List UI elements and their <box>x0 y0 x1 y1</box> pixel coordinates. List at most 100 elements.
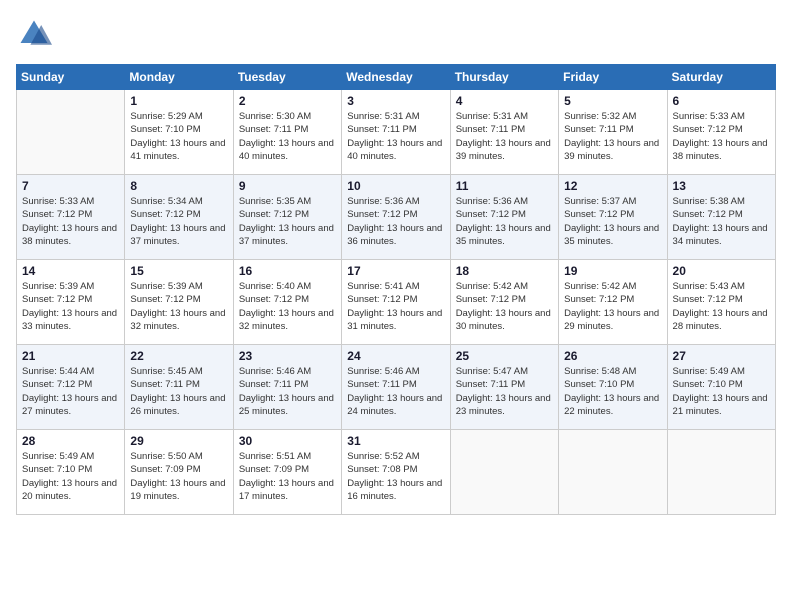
day-number: 21 <box>22 349 119 363</box>
day-number: 26 <box>564 349 661 363</box>
day-info: Sunrise: 5:47 AMSunset: 7:11 PMDaylight:… <box>456 365 553 418</box>
day-info: Sunrise: 5:46 AMSunset: 7:11 PMDaylight:… <box>347 365 444 418</box>
day-number: 30 <box>239 434 336 448</box>
calendar-cell: 21 Sunrise: 5:44 AMSunset: 7:12 PMDayligh… <box>17 345 125 430</box>
day-info: Sunrise: 5:40 AMSunset: 7:12 PMDaylight:… <box>239 280 336 333</box>
calendar-cell: 26 Sunrise: 5:48 AMSunset: 7:10 PMDayligh… <box>559 345 667 430</box>
calendar-cell: 23 Sunrise: 5:46 AMSunset: 7:11 PMDayligh… <box>233 345 341 430</box>
day-info: Sunrise: 5:49 AMSunset: 7:10 PMDaylight:… <box>673 365 770 418</box>
calendar-cell: 3 Sunrise: 5:31 AMSunset: 7:11 PMDaylight… <box>342 90 450 175</box>
calendar-cell: 6 Sunrise: 5:33 AMSunset: 7:12 PMDaylight… <box>667 90 775 175</box>
day-number: 15 <box>130 264 227 278</box>
day-number: 20 <box>673 264 770 278</box>
day-number: 24 <box>347 349 444 363</box>
day-info: Sunrise: 5:34 AMSunset: 7:12 PMDaylight:… <box>130 195 227 248</box>
calendar-cell: 13 Sunrise: 5:38 AMSunset: 7:12 PMDayligh… <box>667 175 775 260</box>
day-info: Sunrise: 5:30 AMSunset: 7:11 PMDaylight:… <box>239 110 336 163</box>
day-number: 7 <box>22 179 119 193</box>
day-info: Sunrise: 5:51 AMSunset: 7:09 PMDaylight:… <box>239 450 336 503</box>
header-sunday: Sunday <box>17 65 125 90</box>
calendar-cell: 16 Sunrise: 5:40 AMSunset: 7:12 PMDayligh… <box>233 260 341 345</box>
day-info: Sunrise: 5:39 AMSunset: 7:12 PMDaylight:… <box>22 280 119 333</box>
header-friday: Friday <box>559 65 667 90</box>
day-info: Sunrise: 5:31 AMSunset: 7:11 PMDaylight:… <box>456 110 553 163</box>
day-info: Sunrise: 5:33 AMSunset: 7:12 PMDaylight:… <box>673 110 770 163</box>
calendar-week-5: 28 Sunrise: 5:49 AMSunset: 7:10 PMDayligh… <box>17 430 776 515</box>
day-number: 5 <box>564 94 661 108</box>
day-number: 23 <box>239 349 336 363</box>
day-number: 8 <box>130 179 227 193</box>
calendar-week-2: 7 Sunrise: 5:33 AMSunset: 7:12 PMDaylight… <box>17 175 776 260</box>
day-info: Sunrise: 5:52 AMSunset: 7:08 PMDaylight:… <box>347 450 444 503</box>
calendar-table: SundayMondayTuesdayWednesdayThursdayFrid… <box>16 64 776 515</box>
calendar-cell: 20 Sunrise: 5:43 AMSunset: 7:12 PMDayligh… <box>667 260 775 345</box>
day-number: 17 <box>347 264 444 278</box>
day-number: 31 <box>347 434 444 448</box>
day-number: 25 <box>456 349 553 363</box>
calendar-cell: 31 Sunrise: 5:52 AMSunset: 7:08 PMDayligh… <box>342 430 450 515</box>
calendar-cell: 12Sunrise: 5:37 AMSunset: 7:12 PMDayligh… <box>559 175 667 260</box>
calendar-cell: 10Sunrise: 5:36 AMSunset: 7:12 PMDayligh… <box>342 175 450 260</box>
day-number: 6 <box>673 94 770 108</box>
header-saturday: Saturday <box>667 65 775 90</box>
day-number: 14 <box>22 264 119 278</box>
calendar-cell: 29 Sunrise: 5:50 AMSunset: 7:09 PMDayligh… <box>125 430 233 515</box>
day-number: 13 <box>673 179 770 193</box>
calendar-header-row: SundayMondayTuesdayWednesdayThursdayFrid… <box>17 65 776 90</box>
header-wednesday: Wednesday <box>342 65 450 90</box>
day-number: 22 <box>130 349 227 363</box>
calendar-cell: 9Sunrise: 5:35 AMSunset: 7:12 PMDaylight… <box>233 175 341 260</box>
calendar-cell: 18 Sunrise: 5:42 AMSunset: 7:12 PMDayligh… <box>450 260 558 345</box>
day-number: 29 <box>130 434 227 448</box>
day-number: 16 <box>239 264 336 278</box>
day-info: Sunrise: 5:33 AMSunset: 7:12 PMDaylight:… <box>22 195 119 248</box>
calendar-cell: 11 Sunrise: 5:36 AMSunset: 7:12 PMDayligh… <box>450 175 558 260</box>
header-thursday: Thursday <box>450 65 558 90</box>
header-monday: Monday <box>125 65 233 90</box>
day-info: Sunrise: 5:35 AMSunset: 7:12 PMDaylight:… <box>239 195 336 248</box>
calendar-cell: 25 Sunrise: 5:47 AMSunset: 7:11 PMDayligh… <box>450 345 558 430</box>
day-info: Sunrise: 5:41 AMSunset: 7:12 PMDaylight:… <box>347 280 444 333</box>
day-number: 1 <box>130 94 227 108</box>
calendar-cell: 27Sunrise: 5:49 AMSunset: 7:10 PMDayligh… <box>667 345 775 430</box>
day-info: Sunrise: 5:38 AMSunset: 7:12 PMDaylight:… <box>673 195 770 248</box>
calendar-cell <box>17 90 125 175</box>
day-info: Sunrise: 5:37 AMSunset: 7:12 PMDaylight:… <box>564 195 661 248</box>
calendar-cell: 14 Sunrise: 5:39 AMSunset: 7:12 PMDayligh… <box>17 260 125 345</box>
calendar-cell: 17 Sunrise: 5:41 AMSunset: 7:12 PMDayligh… <box>342 260 450 345</box>
calendar-cell: 24 Sunrise: 5:46 AMSunset: 7:11 PMDayligh… <box>342 345 450 430</box>
day-info: Sunrise: 5:36 AMSunset: 7:12 PMDaylight:… <box>456 195 553 248</box>
calendar-cell: 4Sunrise: 5:31 AMSunset: 7:11 PMDaylight… <box>450 90 558 175</box>
day-info: Sunrise: 5:39 AMSunset: 7:12 PMDaylight:… <box>130 280 227 333</box>
day-info: Sunrise: 5:46 AMSunset: 7:11 PMDaylight:… <box>239 365 336 418</box>
day-info: Sunrise: 5:31 AMSunset: 7:11 PMDaylight:… <box>347 110 444 163</box>
calendar-cell: 7 Sunrise: 5:33 AMSunset: 7:12 PMDaylight… <box>17 175 125 260</box>
calendar-week-3: 14 Sunrise: 5:39 AMSunset: 7:12 PMDayligh… <box>17 260 776 345</box>
calendar-cell <box>450 430 558 515</box>
calendar-week-4: 21 Sunrise: 5:44 AMSunset: 7:12 PMDayligh… <box>17 345 776 430</box>
day-number: 3 <box>347 94 444 108</box>
calendar-cell: 1 Sunrise: 5:29 AMSunset: 7:10 PMDaylight… <box>125 90 233 175</box>
day-number: 19 <box>564 264 661 278</box>
day-info: Sunrise: 5:49 AMSunset: 7:10 PMDaylight:… <box>22 450 119 503</box>
calendar-week-1: 1 Sunrise: 5:29 AMSunset: 7:10 PMDaylight… <box>17 90 776 175</box>
day-number: 2 <box>239 94 336 108</box>
day-info: Sunrise: 5:45 AMSunset: 7:11 PMDaylight:… <box>130 365 227 418</box>
logo-icon <box>16 16 52 52</box>
day-number: 10 <box>347 179 444 193</box>
day-info: Sunrise: 5:44 AMSunset: 7:12 PMDaylight:… <box>22 365 119 418</box>
day-info: Sunrise: 5:42 AMSunset: 7:12 PMDaylight:… <box>456 280 553 333</box>
day-info: Sunrise: 5:48 AMSunset: 7:10 PMDaylight:… <box>564 365 661 418</box>
day-info: Sunrise: 5:29 AMSunset: 7:10 PMDaylight:… <box>130 110 227 163</box>
day-info: Sunrise: 5:43 AMSunset: 7:12 PMDaylight:… <box>673 280 770 333</box>
calendar-cell: 8 Sunrise: 5:34 AMSunset: 7:12 PMDaylight… <box>125 175 233 260</box>
calendar-cell: 30 Sunrise: 5:51 AMSunset: 7:09 PMDayligh… <box>233 430 341 515</box>
day-info: Sunrise: 5:42 AMSunset: 7:12 PMDaylight:… <box>564 280 661 333</box>
day-number: 28 <box>22 434 119 448</box>
day-number: 11 <box>456 179 553 193</box>
calendar-cell <box>559 430 667 515</box>
calendar-cell: 5Sunrise: 5:32 AMSunset: 7:11 PMDaylight… <box>559 90 667 175</box>
day-info: Sunrise: 5:50 AMSunset: 7:09 PMDaylight:… <box>130 450 227 503</box>
calendar-cell: 19 Sunrise: 5:42 AMSunset: 7:12 PMDayligh… <box>559 260 667 345</box>
day-number: 18 <box>456 264 553 278</box>
